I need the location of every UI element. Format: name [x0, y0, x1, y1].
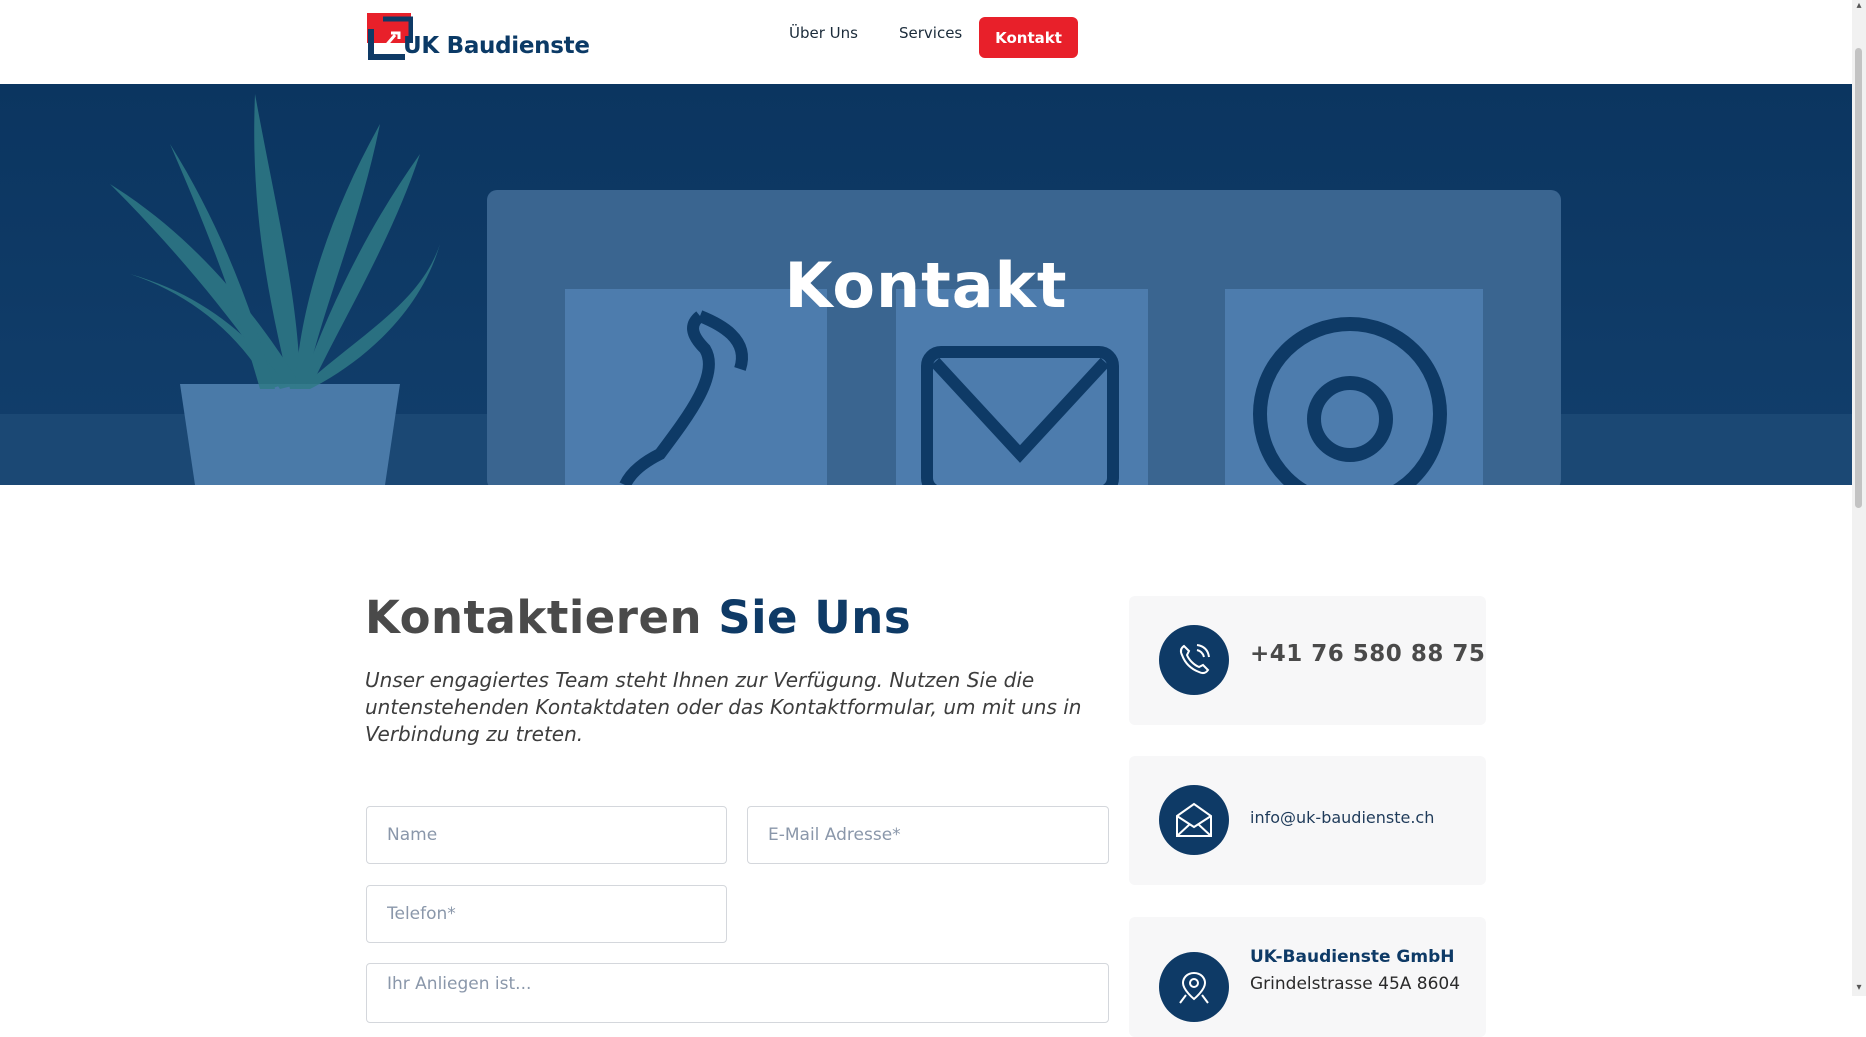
brand-name: UK Baudienste [403, 33, 590, 59]
envelope-icon [1159, 785, 1229, 855]
contact-email-address[interactable]: info@uk-baudienste.ch [1250, 808, 1434, 827]
scroll-up-arrow-icon[interactable]: ▴ [1854, 0, 1864, 12]
contact-card-email: info@uk-baudienste.ch [1129, 756, 1486, 885]
scrollbar-thumb[interactable] [1855, 48, 1862, 508]
brand-logo[interactable]: UK Baudienste [365, 11, 590, 63]
hero-banner: Kontakt [0, 84, 1852, 485]
map-pin-icon [1159, 952, 1229, 1022]
email-input[interactable] [747, 806, 1109, 864]
hero-title: Kontakt [784, 249, 1068, 322]
name-input[interactable] [366, 806, 727, 864]
contact-company-name: UK-Baudienste GmbH [1250, 947, 1455, 967]
phone-icon [1159, 625, 1229, 695]
contact-phone-number[interactable]: +41 76 580 88 75 [1250, 641, 1485, 667]
nav-link-services[interactable]: Services [899, 24, 962, 42]
contact-card-phone: +41 76 580 88 75 [1129, 596, 1486, 725]
phone-input[interactable] [366, 885, 727, 943]
section-heading: Kontaktieren Sie Uns [365, 591, 911, 644]
contact-street-address: Grindelstrasse 45A 8604 [1250, 974, 1461, 994]
nav-button-contact[interactable]: Kontakt [979, 17, 1078, 58]
page-scrollbar[interactable]: ▴ ▾ [1852, 0, 1866, 996]
message-textarea[interactable] [366, 963, 1109, 1023]
heading-part-2: Sie Uns [718, 591, 912, 644]
scroll-down-arrow-icon[interactable]: ▾ [1854, 982, 1864, 994]
heading-part-1: Kontaktieren [365, 591, 719, 644]
intro-text: Unser engagiertes Team steht Ihnen zur V… [365, 668, 1082, 746]
nav-link-about[interactable]: Über Uns [789, 24, 858, 42]
site-header: UK Baudienste Über Uns Services Kontakt [0, 0, 1852, 84]
contact-card-address: UK-Baudienste GmbH Grindelstrasse 45A 86… [1129, 917, 1486, 1037]
